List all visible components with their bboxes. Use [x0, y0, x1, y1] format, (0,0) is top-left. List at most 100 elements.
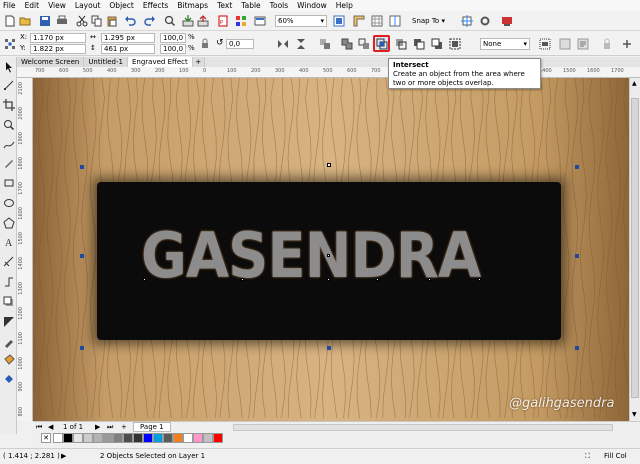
color-swatch[interactable]	[193, 433, 203, 443]
selection-handle[interactable]	[575, 346, 579, 350]
export-icon[interactable]	[196, 14, 210, 28]
copy-icon[interactable]	[90, 14, 104, 28]
transparency-tool-icon[interactable]	[2, 315, 16, 329]
artistic-media-tool-icon[interactable]	[2, 156, 16, 170]
tab-untitled-1[interactable]: Untitled-1	[84, 57, 128, 67]
node-handle[interactable]	[478, 278, 481, 281]
selection-handle[interactable]	[327, 346, 331, 350]
drawing-canvas[interactable]: GASENDRA @galihgasendra	[33, 78, 629, 421]
snap-to-dropdown[interactable]: Snap To ▾	[412, 17, 445, 26]
play-icon[interactable]: ▶	[61, 452, 66, 461]
color-swatch[interactable]	[93, 433, 103, 443]
node-handle[interactable]	[428, 278, 431, 281]
menu-item-edit[interactable]: Edit	[25, 1, 40, 10]
options-gear-icon[interactable]	[478, 14, 492, 28]
crop-tool-icon[interactable]	[2, 98, 16, 112]
open-icon[interactable]	[18, 14, 32, 28]
alignment-guides-icon[interactable]	[460, 14, 474, 28]
weld-icon[interactable]	[340, 37, 354, 51]
prev-page-icon[interactable]: ◀	[48, 423, 53, 432]
eyedropper-tool-icon[interactable]	[2, 335, 16, 349]
color-swatch[interactable]	[163, 433, 173, 443]
center-marker[interactable]	[327, 254, 330, 257]
smart-fill-tool-icon[interactable]	[2, 372, 16, 386]
paste-icon[interactable]	[105, 14, 119, 28]
color-swatch[interactable]	[113, 433, 123, 443]
menu-item-table[interactable]: Table	[241, 1, 260, 10]
add-preset-icon[interactable]	[620, 37, 634, 51]
node-handle[interactable]	[143, 278, 146, 281]
vertical-ruler[interactable]: 2100 2000 1900 1800 1700 1600 1500 1400 1300 1200…	[17, 78, 33, 421]
wrap-text-icon[interactable]	[576, 37, 590, 51]
selection-handle[interactable]	[80, 165, 84, 169]
color-swatch[interactable]	[83, 433, 93, 443]
color-swatch[interactable]	[133, 433, 143, 443]
color-swatch[interactable]	[123, 433, 133, 443]
simplify-icon[interactable]	[394, 37, 408, 51]
connector-tool-icon[interactable]	[2, 275, 16, 289]
mirror-vertical-icon[interactable]	[294, 37, 308, 51]
node-handle[interactable]	[376, 278, 379, 281]
color-swatch[interactable]	[213, 433, 223, 443]
intersect-button[interactable]	[373, 35, 390, 52]
scroll-up-icon[interactable]: ▲	[632, 80, 637, 87]
cut-icon[interactable]	[75, 14, 89, 28]
color-swatch[interactable]	[63, 433, 73, 443]
launch-icon[interactable]	[500, 14, 514, 28]
tab-welcome-screen[interactable]: Welcome Screen	[17, 57, 85, 67]
scale-width-input[interactable]: 100,0	[160, 33, 186, 43]
no-color-swatch[interactable]: ✕	[41, 433, 51, 443]
height-input[interactable]: 461 px	[101, 44, 155, 54]
menu-item-object[interactable]: Object	[109, 1, 133, 10]
polygon-tool-icon[interactable]	[2, 216, 16, 230]
last-page-icon[interactable]: ⏭	[107, 423, 113, 432]
selection-handle[interactable]	[327, 163, 331, 167]
menu-item-tools[interactable]: Tools	[270, 1, 288, 10]
zoom-tool-icon[interactable]	[2, 118, 16, 132]
page-tab[interactable]: Page 1	[133, 422, 171, 432]
front-minus-back-icon[interactable]	[412, 37, 426, 51]
lock-object-icon[interactable]	[600, 37, 614, 51]
color-swatch[interactable]	[203, 433, 213, 443]
add-page-icon[interactable]: +	[121, 423, 127, 432]
menu-item-view[interactable]: View	[48, 1, 66, 10]
show-guidelines-icon[interactable]	[388, 14, 402, 28]
application-launcher-icon[interactable]	[234, 14, 248, 28]
show-grid-icon[interactable]	[370, 14, 384, 28]
menu-item-text[interactable]: Text	[217, 1, 232, 10]
freehand-tool-icon[interactable]	[2, 138, 16, 152]
redo-icon[interactable]	[143, 14, 157, 28]
combine-icon[interactable]	[318, 37, 332, 51]
back-minus-front-icon[interactable]	[430, 37, 444, 51]
quick-customize-icon[interactable]	[558, 37, 572, 51]
ellipse-tool-icon[interactable]	[2, 196, 16, 210]
first-page-icon[interactable]: ⏮	[36, 423, 42, 432]
rectangle-tool-icon[interactable]	[2, 176, 16, 190]
vertical-scrollbar[interactable]: ▲ ▼	[629, 78, 640, 421]
save-icon[interactable]	[38, 14, 52, 28]
x-position-input[interactable]: 1.170 px	[30, 33, 86, 43]
selection-handle[interactable]	[575, 165, 579, 169]
undo-icon[interactable]	[123, 14, 137, 28]
tab-engraved-effect[interactable]: Engraved Effect	[127, 57, 193, 67]
y-position-input[interactable]: 1.822 px	[30, 44, 86, 54]
object-origin-icon[interactable]	[3, 37, 17, 51]
selection-handle[interactable]	[575, 254, 579, 258]
color-swatch[interactable]	[53, 433, 63, 443]
color-swatch[interactable]	[143, 433, 153, 443]
full-screen-preview-icon[interactable]	[332, 14, 346, 28]
horizontal-scrollbar[interactable]	[233, 424, 613, 431]
trim-icon[interactable]	[357, 37, 371, 51]
width-input[interactable]: 1.295 px	[101, 33, 155, 43]
print-icon[interactable]	[55, 14, 69, 28]
color-swatch[interactable]	[173, 433, 183, 443]
selection-handle[interactable]	[80, 254, 84, 258]
welcome-screen-icon[interactable]	[253, 14, 267, 28]
color-swatch[interactable]	[103, 433, 113, 443]
align-distribute-icon[interactable]	[538, 37, 552, 51]
menu-item-layout[interactable]: Layout	[75, 1, 101, 10]
new-document-icon[interactable]	[3, 14, 17, 28]
interactive-fill-tool-icon[interactable]	[2, 353, 16, 367]
mirror-horizontal-icon[interactable]	[276, 37, 290, 51]
rotation-angle-input[interactable]: 0,0	[226, 39, 254, 49]
